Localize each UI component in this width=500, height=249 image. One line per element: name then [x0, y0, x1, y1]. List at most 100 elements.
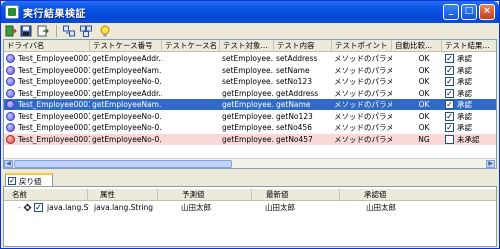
- cell-test-result: 承認: [457, 77, 472, 86]
- compare-icon[interactable]: [63, 25, 75, 37]
- cell-auto-compare: OK: [418, 77, 430, 86]
- export-icon[interactable]: [37, 25, 49, 37]
- table-row[interactable]: Test_Employee0001 getEmployeeNo-0... getEm…: [4, 133, 496, 145]
- table-row[interactable]: Test_Employee0001 getEmployeeNo-0... setEm…: [4, 76, 496, 87]
- scrollbar-thumb[interactable]: [14, 160, 232, 168]
- ok-status-icon: [6, 77, 15, 86]
- cell-driver: Test_Employee0001: [18, 123, 90, 132]
- approve-checkbox[interactable]: ✓: [445, 77, 454, 86]
- window-title: 実行結果検証: [23, 9, 86, 20]
- ok-status-icon: [6, 54, 15, 63]
- ok-status-icon: [6, 123, 15, 132]
- tree-expander-icon[interactable]: -: [18, 202, 21, 213]
- scroll-left-icon[interactable]: ◀: [4, 160, 13, 168]
- cell-driver: Test_Employee0001: [18, 134, 90, 144]
- cell-target: setEmployee...: [222, 77, 274, 86]
- cell-case-name: [162, 111, 220, 122]
- cell-case-number: getEmployeeNam...: [92, 100, 162, 109]
- cell-case-name: [162, 88, 220, 99]
- cell-driver: Test_Employee0001: [18, 88, 90, 98]
- table-row[interactable]: Test_Employee0001 getEmployeeAddr... setEm…: [4, 53, 496, 64]
- column-header-case-number[interactable]: テストケース番号: [90, 40, 162, 52]
- title-bar[interactable]: 実行結果検証 _ □ ×: [1, 1, 499, 23]
- cell-test-point: メソッドのパラメタ: [334, 123, 392, 132]
- cell-auto-compare: OK: [418, 100, 430, 109]
- cell-target: setEmployee...: [222, 65, 274, 75]
- cell-auto-compare: OK: [418, 65, 430, 75]
- cell-case-name: [162, 65, 220, 76]
- close-button[interactable]: ×: [479, 4, 495, 20]
- column-header-driver[interactable]: ドライバ名: [4, 40, 90, 52]
- cell-case-number: getEmployeeNo-0...: [92, 111, 162, 121]
- table-row[interactable]: Test_Employee0001 getEmployeeNam... setEmp…: [4, 65, 496, 76]
- column-header-latest[interactable]: 最新値: [252, 189, 340, 201]
- cell-case-name: [162, 134, 220, 145]
- return-value-row[interactable]: - ✓ java.lang.Stri... java.lang.String 山…: [4, 202, 496, 213]
- scroll-right-icon[interactable]: ▶: [486, 160, 495, 168]
- ok-status-icon: [6, 65, 15, 75]
- cell-test-result: 承認: [457, 100, 472, 109]
- ng-status-icon: [6, 134, 15, 144]
- column-header-name[interactable]: 名前: [4, 189, 88, 201]
- ok-status-icon: [6, 88, 15, 98]
- column-header-approved[interactable]: 承認値: [340, 189, 496, 201]
- cell-content: setNo123: [276, 77, 312, 86]
- return-value-name: java.lang.Stri...: [47, 203, 89, 212]
- approve-checkbox[interactable]: ✓: [445, 100, 454, 109]
- return-value-approved: 山田太郎: [366, 203, 396, 212]
- approve-checkbox[interactable]: ✓: [445, 111, 454, 121]
- column-header-auto-compare[interactable]: 自動比較...: [392, 40, 442, 52]
- approve-checkbox[interactable]: ✓: [445, 54, 454, 63]
- column-header-type[interactable]: 属性: [88, 189, 158, 201]
- cell-target: getEmployee...: [222, 134, 274, 144]
- column-header-test-result[interactable]: テスト結果...: [442, 40, 496, 52]
- cell-target: getEmployee...: [222, 123, 274, 132]
- toolbar-separator: [56, 25, 57, 37]
- return-value-icon: [23, 203, 32, 212]
- cell-content: getNo457: [276, 134, 313, 144]
- toolbar: [1, 23, 499, 39]
- horizontal-scrollbar[interactable]: ◀ ▶: [4, 158, 496, 168]
- cell-test-result: 未承認: [457, 134, 480, 144]
- return-value-latest: 山田太郎: [265, 203, 295, 212]
- tab-return-value[interactable]: ✓ 戻り値: [5, 173, 53, 186]
- approve-checkbox[interactable]: ✓: [445, 65, 454, 75]
- tab-checkbox[interactable]: ✓: [8, 177, 16, 185]
- table-row[interactable]: Test_Employee0001 getEmployeeNo-0... getEm…: [4, 122, 496, 133]
- approve-checkbox[interactable]: ✓: [445, 88, 454, 98]
- table-row[interactable]: Test_Employee0001 getEmployeeNam... getEmp…: [4, 99, 496, 110]
- column-header-target[interactable]: テスト対象...: [220, 40, 274, 52]
- return-value-table-header: 名前 属性 予測値 最新値 承認値: [4, 189, 496, 201]
- column-header-expected[interactable]: 予測値: [158, 189, 252, 201]
- cell-case-name: [162, 53, 220, 64]
- cell-test-point: メソッドのパラメタ: [334, 111, 392, 121]
- cell-driver: Test_Employee0001: [18, 65, 90, 75]
- column-header-content[interactable]: テスト内容: [274, 40, 332, 52]
- minimize-button[interactable]: _: [443, 4, 459, 20]
- cell-driver: Test_Employee0001: [18, 77, 90, 86]
- approve-checkbox[interactable]: [445, 134, 454, 144]
- cell-target: getEmployee...: [222, 88, 274, 98]
- column-header-test-point[interactable]: テストポイント: [332, 40, 392, 52]
- approve-checkbox[interactable]: ✓: [445, 123, 454, 132]
- return-value-expected: 山田太郎: [181, 203, 211, 212]
- result-verification-window: 実行結果検証 _ □ × ドライバ名 テストケース番号 テストケース名 テスト対…: [0, 0, 500, 249]
- maximize-button[interactable]: □: [461, 4, 477, 20]
- hint-icon[interactable]: [99, 25, 111, 37]
- table-row[interactable]: Test_Employee0001 getEmployeeAddr... getEm…: [4, 88, 496, 99]
- cell-target: setEmployee...: [222, 54, 274, 63]
- column-header-case-name[interactable]: テストケース名: [162, 40, 220, 52]
- cell-auto-compare: OK: [418, 111, 430, 121]
- return-value-checkbox[interactable]: ✓: [34, 203, 43, 212]
- cell-target: getEmployee...: [222, 100, 274, 109]
- compare-all-icon[interactable]: [80, 25, 92, 37]
- table-row[interactable]: Test_Employee0001 getEmployeeNo-0... getEm…: [4, 111, 496, 122]
- cell-auto-compare: NG: [418, 134, 430, 144]
- cell-target: getEmployee...: [222, 111, 274, 121]
- cell-auto-compare: OK: [418, 123, 430, 132]
- save-icon[interactable]: [20, 25, 32, 37]
- return-value-type: java.lang.String: [94, 203, 154, 212]
- cell-case-name: [162, 99, 220, 110]
- exit-icon[interactable]: [5, 25, 17, 37]
- return-value-table: 名前 属性 予測値 最新値 承認値 - ✓ java.lang.Stri... …: [3, 186, 497, 247]
